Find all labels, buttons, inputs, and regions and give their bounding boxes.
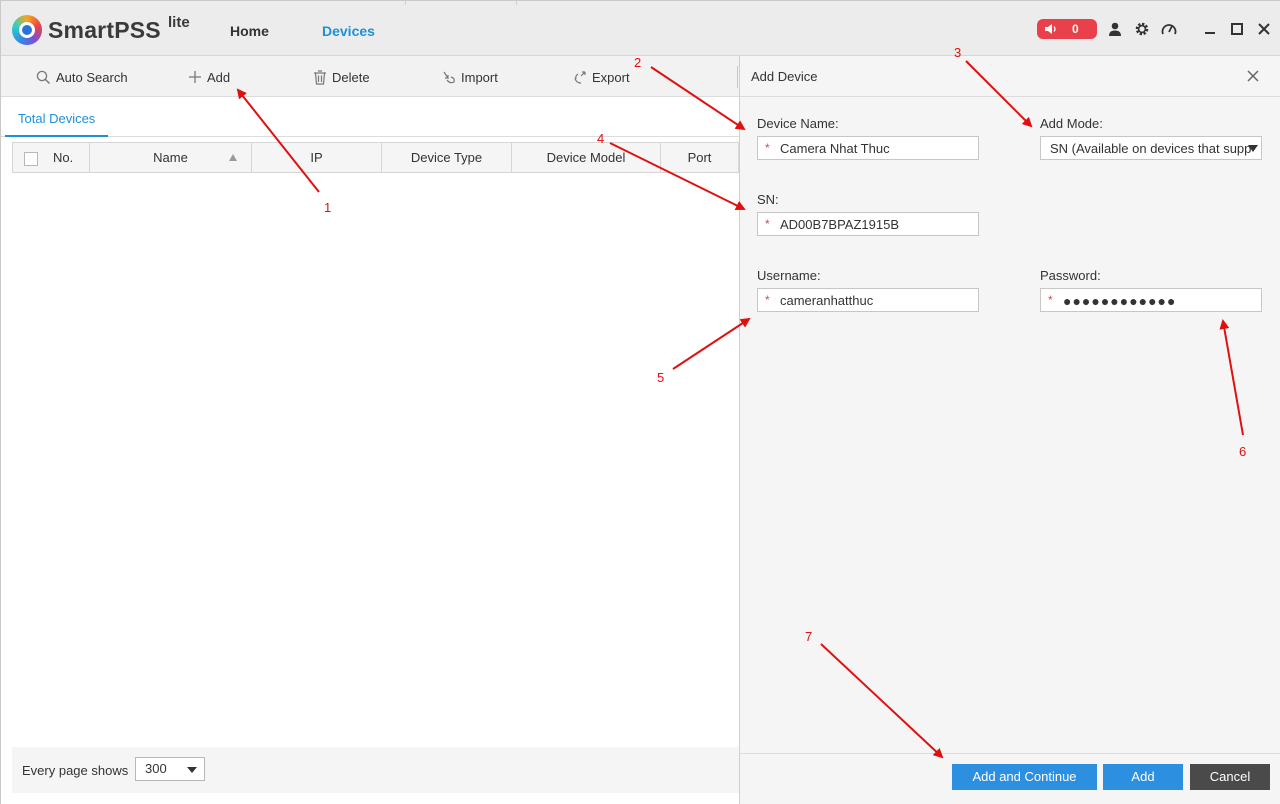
add-device-button[interactable]: Add <box>188 68 230 86</box>
password-value: ●●●●●●●●●●●● <box>1063 293 1177 309</box>
sn-label: SN: <box>757 192 779 207</box>
add-device-panel: Add Device Device Name: * Camera Nhat Th… <box>739 56 1280 804</box>
performance-gauge-icon[interactable] <box>1161 21 1177 37</box>
annotation-number-4: 4 <box>597 131 605 146</box>
add-device-header: Add Device <box>740 56 1280 97</box>
column-header-port[interactable]: Port <box>661 143 738 172</box>
export-icon <box>574 70 586 84</box>
tab-total-devices[interactable]: Total Devices <box>5 97 109 137</box>
toolbar-divider <box>737 66 738 88</box>
annotation-number-7: 7 <box>805 629 813 644</box>
close-icon[interactable] <box>1246 69 1260 83</box>
page-size-select[interactable]: 300 <box>135 757 205 781</box>
chevron-down-icon <box>1248 145 1258 152</box>
speaker-icon <box>1045 24 1056 34</box>
annotation-number-5: 5 <box>657 370 665 385</box>
annotation-number-2: 2 <box>634 55 642 70</box>
username-value: cameranhatthuc <box>780 293 874 308</box>
column-header-no[interactable]: No. <box>47 143 90 172</box>
tab-divider <box>516 1 517 5</box>
add-and-continue-button[interactable]: Add and Continue <box>952 764 1097 790</box>
add-device-footer: Add and Continue Add Cancel <box>740 753 1280 804</box>
import-icon <box>443 71 455 83</box>
annotation-number-1: 1 <box>324 200 332 215</box>
app-edition: lite <box>168 14 190 31</box>
required-mark: * <box>765 141 770 155</box>
annotation-number-3: 3 <box>954 45 962 60</box>
sn-field[interactable]: * AD00B7BPAZ1915B <box>757 212 979 236</box>
column-header-name-label: Name <box>153 150 188 165</box>
column-header-name[interactable]: Name <box>90 143 252 172</box>
device-subtabs: Total Devices <box>1 97 739 137</box>
device-name-label: Device Name: <box>757 116 839 131</box>
alarm-count: 0 <box>1072 22 1079 36</box>
export-button[interactable]: Export <box>573 68 630 86</box>
pagination-bar: Every page shows 300 <box>12 747 739 793</box>
smartpss-logo-icon <box>12 15 42 45</box>
add-mode-label: Add Mode: <box>1040 116 1103 131</box>
minimize-icon[interactable] <box>1202 21 1218 37</box>
close-window-icon[interactable] <box>1256 21 1272 37</box>
tab-home[interactable]: Home <box>230 23 269 39</box>
import-label: Import <box>461 69 498 85</box>
required-mark: * <box>1048 293 1054 307</box>
password-label: Password: <box>1040 268 1101 283</box>
device-table-header: No. Name IP Device Type Device Model Por… <box>12 142 739 173</box>
column-header-device-model[interactable]: Device Model <box>512 143 661 172</box>
device-name-field[interactable]: * Camera Nhat Thuc <box>757 136 979 160</box>
delete-label: Delete <box>332 69 370 85</box>
add-mode-select[interactable]: SN (Available on devices that supp <box>1040 136 1262 160</box>
alarm-badge[interactable]: 0 <box>1037 19 1097 39</box>
tab-divider <box>405 1 406 5</box>
username-field[interactable]: * cameranhatthuc <box>757 288 979 312</box>
column-header-ip[interactable]: IP <box>252 143 382 172</box>
device-toolbar: Auto Search Add Delete Import Export <box>1 56 739 97</box>
username-label: Username: <box>757 268 821 283</box>
gear-icon[interactable] <box>1134 21 1150 37</box>
chevron-down-icon <box>187 767 197 773</box>
page-size-value: 300 <box>145 761 167 776</box>
tab-devices[interactable]: Devices <box>322 23 375 39</box>
cancel-button[interactable]: Cancel <box>1190 764 1270 790</box>
app-name: SmartPSS <box>48 17 161 43</box>
sn-value: AD00B7BPAZ1915B <box>780 217 899 232</box>
app-window: SmartPSS lite Home Devices 0 Auto Search… <box>0 0 1280 804</box>
add-label: Add <box>207 69 231 85</box>
export-label: Export <box>592 69 630 85</box>
user-icon[interactable] <box>1107 21 1123 37</box>
plus-icon <box>189 71 201 83</box>
add-device-title: Add Device <box>751 69 818 84</box>
required-mark: * <box>765 217 770 231</box>
trash-icon <box>314 69 326 85</box>
password-field[interactable]: * ●●●●●●●●●●●● <box>1040 288 1262 312</box>
confirm-add-button[interactable]: Add <box>1103 764 1183 790</box>
delete-device-button[interactable]: Delete <box>313 68 370 86</box>
device-list-panel: Auto Search Add Delete Import Export Tot… <box>1 56 739 804</box>
title-bar: SmartPSS lite Home Devices 0 <box>1 1 1280 56</box>
column-header-device-type[interactable]: Device Type <box>382 143 512 172</box>
page-size-label: Every page shows <box>22 763 129 778</box>
import-button[interactable]: Import <box>442 68 498 86</box>
search-icon <box>36 70 50 84</box>
auto-search-label: Auto Search <box>56 69 128 85</box>
auto-search-button[interactable]: Auto Search <box>36 68 128 86</box>
maximize-icon[interactable] <box>1229 21 1245 37</box>
sort-ascending-icon <box>229 154 237 161</box>
annotation-number-6: 6 <box>1239 444 1247 459</box>
required-mark: * <box>765 293 770 307</box>
select-all-checkbox[interactable] <box>13 143 47 172</box>
device-name-value: Camera Nhat Thuc <box>780 141 890 156</box>
add-mode-value: SN (Available on devices that supp <box>1050 141 1252 156</box>
